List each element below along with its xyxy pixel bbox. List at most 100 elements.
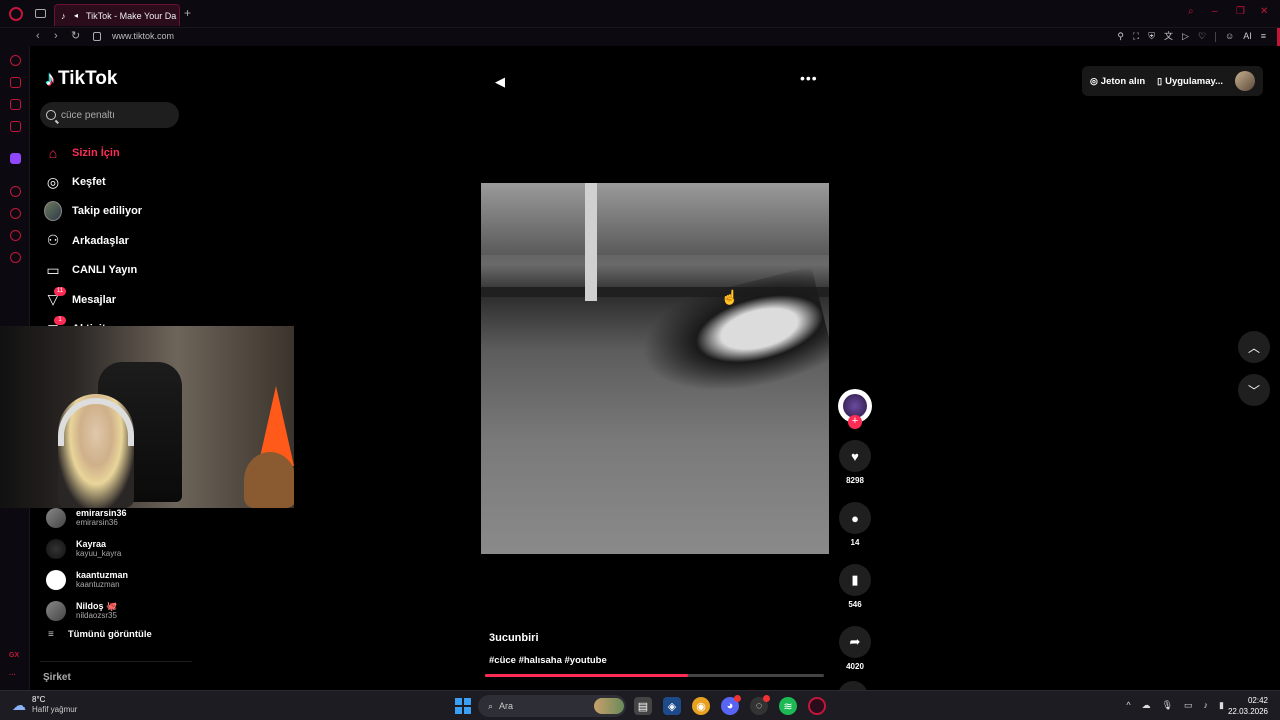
- new-tab-button[interactable]: +: [184, 7, 191, 19]
- list-item[interactable]: Nildoş 🐙 nildaozsr35: [46, 595, 128, 626]
- browser-tab-tiktok[interactable]: ♪ ◂ TikTok - Make Your Da: [54, 4, 180, 26]
- ai-button[interactable]: AI: [1243, 31, 1252, 42]
- progress-fill: [485, 674, 689, 677]
- discord-icon[interactable]: ◕: [721, 695, 741, 715]
- action-bar: + ♥ 8298 ● 14 ▮ 546 ➦ 4020 ♪: [838, 389, 872, 711]
- profile-avatar[interactable]: [1235, 71, 1255, 91]
- lock-icon[interactable]: [93, 32, 101, 41]
- nav-item-live[interactable]: ▭ CANLI Yayın: [44, 256, 142, 285]
- list-item[interactable]: Kayraa kayuu_kayra: [46, 533, 128, 564]
- more-dots-icon[interactable]: ···: [9, 672, 16, 679]
- back-icon[interactable]: ‹: [36, 30, 40, 42]
- heart-icon[interactable]: ♥: [839, 440, 871, 472]
- microphone-icon[interactable]: 🎙: [1162, 700, 1173, 711]
- search-tabs-icon[interactable]: ⌕: [1188, 7, 1198, 17]
- snapshot-icon[interactable]: ⛶: [1133, 31, 1139, 42]
- heart-icon[interactable]: ♡: [1198, 31, 1206, 42]
- previous-video-button[interactable]: ︿: [1238, 331, 1270, 363]
- pin-icon[interactable]: ⚲: [1117, 31, 1124, 42]
- speaker-icon[interactable]: ◂: [74, 11, 82, 20]
- search-input[interactable]: cüce penaltı: [40, 102, 179, 128]
- restore-icon[interactable]: ❐: [1236, 7, 1246, 17]
- settings-icon[interactable]: [10, 252, 21, 263]
- translate-icon[interactable]: 文: [1164, 31, 1173, 42]
- share-icon[interactable]: ➦: [839, 626, 871, 658]
- video-hashtags[interactable]: #cüce #halısaha #youtube: [489, 655, 607, 666]
- video-progress-bar[interactable]: [485, 674, 824, 677]
- address-bar: ‹ › ↻ www.tiktok.com ⚲ ⛶ ⛨ 文 ▷ ♡ ☺ AI ≡: [0, 28, 1280, 46]
- get-app-button[interactable]: ▯ Uygulamay...: [1157, 76, 1223, 87]
- clock[interactable]: 02:42 22.03.2026: [1228, 695, 1268, 717]
- start-button[interactable]: [455, 698, 471, 714]
- spotify-icon[interactable]: ≋: [779, 697, 797, 715]
- windows-logo-pane: [455, 698, 463, 706]
- avatar: [46, 569, 66, 590]
- taskbar-search[interactable]: ⌕ Ara: [478, 695, 626, 717]
- cloud-icon[interactable]: ☁: [1142, 700, 1151, 711]
- video-frame-wall: [481, 183, 829, 255]
- list-item[interactable]: kaantuzman kaantuzman: [46, 564, 128, 595]
- player-icon[interactable]: [10, 186, 21, 197]
- taskbar-search-label: Ara: [499, 701, 514, 711]
- opera-gx-icon[interactable]: [808, 697, 826, 715]
- battery-icon[interactable]: ▮: [1219, 700, 1224, 711]
- avatar: [44, 201, 62, 222]
- weather-temp: 8°C: [32, 695, 46, 704]
- see-all-button[interactable]: ≡ Tümünü görüntüle: [48, 629, 152, 640]
- follow-handle: emirarsin36: [76, 518, 118, 527]
- file-explorer-icon[interactable]: ▤: [634, 697, 652, 715]
- volume-icon[interactable]: ♪: [1204, 700, 1209, 711]
- twitch-icon[interactable]: [10, 153, 21, 164]
- gx-control-icon[interactable]: [10, 55, 21, 66]
- follow-plus-icon[interactable]: +: [848, 415, 862, 429]
- shield-icon[interactable]: ⛨: [1148, 31, 1155, 42]
- tiktok-logo[interactable]: ♪ TikTok: [45, 68, 117, 90]
- more-options-icon[interactable]: •••: [800, 70, 818, 86]
- volume-icon[interactable]: ◀: [495, 74, 505, 90]
- nav-label: Takip ediliyor: [72, 205, 143, 218]
- video-player[interactable]: ☝: [481, 183, 829, 554]
- chevron-down-icon: ﹀: [1247, 383, 1260, 398]
- comment-icon[interactable]: ●: [839, 502, 871, 534]
- history-icon[interactable]: [10, 208, 21, 219]
- compass-icon: ◎: [46, 173, 60, 190]
- close-icon[interactable]: ✕: [1260, 7, 1270, 17]
- forward-icon[interactable]: ›: [54, 30, 58, 42]
- weather-widget[interactable]: ☁ 8°C Hafif yağmur: [12, 695, 77, 715]
- nav-label: Keşfet: [72, 176, 106, 189]
- app-icon[interactable]: ◈: [663, 697, 681, 715]
- gx-icon[interactable]: GX: [9, 652, 19, 659]
- nav-item-friends[interactable]: ⚇ Arkadaşlar: [44, 226, 142, 255]
- search-icon: ⌕: [488, 700, 494, 711]
- tiktok-note-icon: ♪: [45, 68, 55, 90]
- get-coins-button[interactable]: ◎ Jeton alın: [1090, 76, 1145, 87]
- minimize-icon[interactable]: –: [1212, 7, 1222, 17]
- bookmark-icon[interactable]: ▮: [839, 564, 871, 596]
- nav-item-messages[interactable]: ▽ 11 Mesajlar: [44, 285, 142, 314]
- nav-item-following[interactable]: Takip ediliyor: [44, 197, 142, 226]
- network-icon[interactable]: ▭: [1184, 700, 1193, 711]
- reload-icon[interactable]: ↻: [71, 30, 80, 42]
- follow-handle: kaantuzman: [76, 580, 120, 589]
- webcam-overlay: [0, 326, 294, 508]
- url-field[interactable]: www.tiktok.com: [112, 31, 174, 41]
- twitch-alt-icon[interactable]: [10, 99, 21, 110]
- creator-avatar[interactable]: +: [838, 389, 872, 429]
- video-username[interactable]: 3ucunbiri: [489, 632, 539, 644]
- tab-manager-icon[interactable]: [35, 9, 46, 18]
- opera-logo-icon[interactable]: [9, 7, 23, 21]
- play-icon[interactable]: ▷: [1182, 31, 1189, 42]
- shopping-icon[interactable]: [10, 77, 21, 88]
- chevron-up-icon[interactable]: ^: [1126, 700, 1130, 711]
- nav-item-explore[interactable]: ◎ Keşfet: [44, 167, 142, 196]
- nav-label: Arkadaşlar: [72, 234, 129, 247]
- chrome-icon[interactable]: ◉: [692, 697, 710, 715]
- nav-item-for-you[interactable]: ⌂ Sizin İçin: [44, 138, 142, 167]
- profile-icon[interactable]: ☺: [1225, 31, 1234, 42]
- next-video-button[interactable]: ﹀: [1238, 374, 1270, 406]
- menu-icon[interactable]: ≡: [1261, 31, 1266, 42]
- chat-icon[interactable]: [10, 230, 21, 241]
- app-icon[interactable]: ◌: [750, 695, 770, 715]
- news-icon[interactable]: [10, 121, 21, 132]
- company-link[interactable]: Şirket: [43, 672, 71, 683]
